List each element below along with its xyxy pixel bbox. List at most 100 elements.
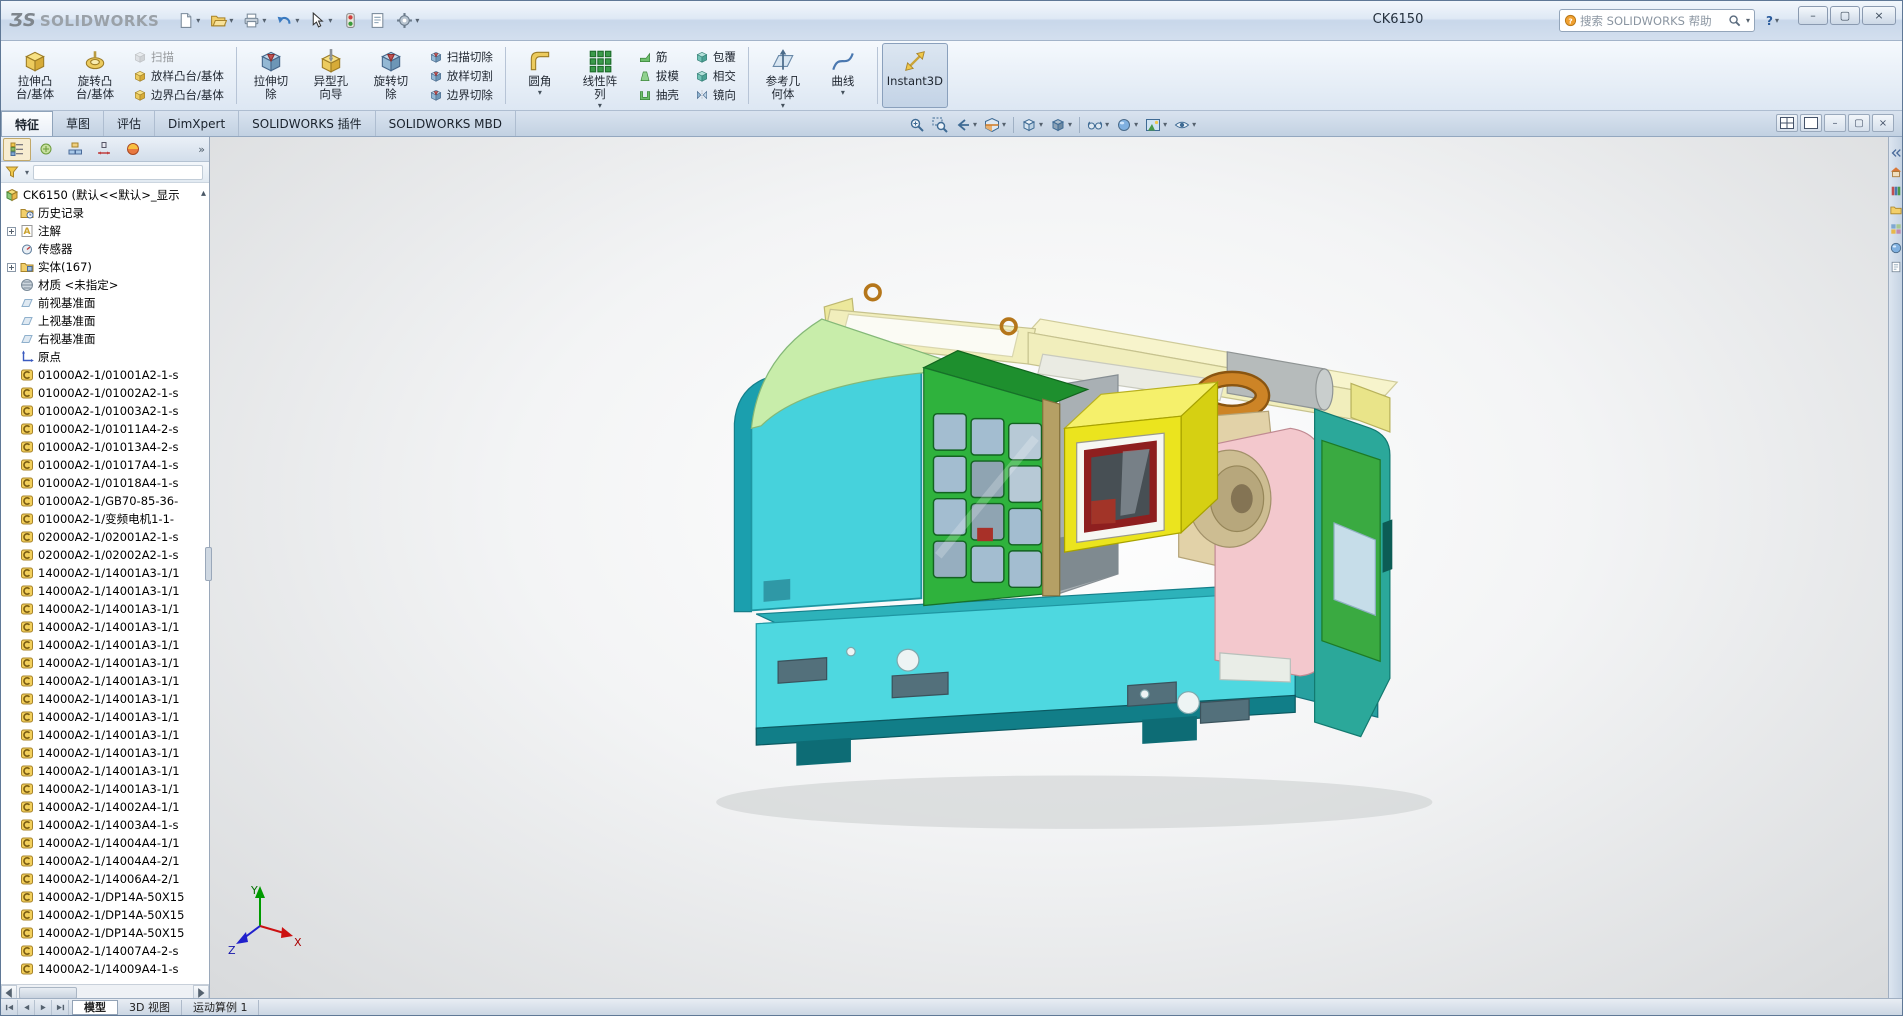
design-library-icon[interactable] — [1890, 185, 1902, 197]
apply-scene-button[interactable]: ▾ — [1142, 114, 1170, 136]
section-view-button[interactable]: ▾ — [981, 114, 1009, 136]
machine-end-cabinet[interactable] — [1314, 408, 1393, 738]
reference-geometry-button[interactable]: 参考几 何体 ▾ — [753, 43, 813, 110]
tree-item[interactable]: 14000A2-1/14006A4-2/1 — [1, 870, 209, 888]
tab-cmd-2[interactable]: 评估 — [104, 111, 156, 136]
tree-item[interactable]: 14000A2-1/14001A3-1/1 — [1, 654, 209, 672]
lofted-cut-button[interactable]: 放样切割 — [425, 67, 497, 85]
dropdown-arrow-icon[interactable]: ▾ — [841, 88, 845, 97]
tree-item[interactable]: 01000A2-1/01001A2-1-s — [1, 366, 209, 384]
tab-cmd-4[interactable]: SOLIDWORKS 插件 — [239, 111, 376, 136]
tree-item[interactable]: 01000A2-1/01003A2-1-s — [1, 402, 209, 420]
zoom-area-button[interactable] — [929, 114, 951, 136]
doc-close-button[interactable]: × — [1872, 114, 1894, 132]
dropdown-arrow-icon[interactable]: ▾ — [1105, 120, 1109, 129]
dropdown-arrow-icon[interactable]: ▾ — [1134, 120, 1138, 129]
tree-item[interactable]: 14000A2-1/14002A4-1/1 — [1, 798, 209, 816]
search-input[interactable] — [1580, 13, 1725, 28]
hide-show-items-button[interactable]: ▾ — [1084, 114, 1112, 136]
select-button[interactable]: ▾ — [305, 8, 336, 34]
machine-left-body[interactable] — [733, 318, 955, 613]
fillet-button[interactable]: 圆角 ▾ — [510, 43, 570, 108]
revolved-cut-button[interactable]: 旋转切除 — [361, 43, 421, 108]
restore-button[interactable]: ▢ — [1830, 6, 1860, 25]
study-tab-1[interactable]: 3D 视图 — [118, 999, 182, 1015]
edit-appearance-button[interactable]: ▾ — [1113, 114, 1141, 136]
filter-input[interactable] — [33, 164, 203, 180]
manager-tab-configurationmanager[interactable] — [61, 138, 89, 161]
tree-item[interactable]: 01000A2-1/01018A4-1-s — [1, 474, 209, 492]
tree-item[interactable]: 右视基准面 — [1, 330, 209, 348]
swept-cut-button[interactable]: 扫描切除 — [425, 48, 497, 66]
mirror-button[interactable]: 镜向 — [691, 86, 740, 104]
dropdown-arrow-icon[interactable]: ▾ — [973, 120, 977, 129]
lofted-boss-button[interactable]: 放样凸台/基体 — [129, 67, 228, 85]
tree-item[interactable]: 02000A2-1/02001A2-1-s — [1, 528, 209, 546]
rebuild-button[interactable] — [338, 8, 363, 34]
appearances-icon[interactable] — [1890, 242, 1902, 254]
draft-button[interactable]: 拔模 — [634, 67, 683, 85]
tree-item[interactable]: 历史记录 — [1, 204, 209, 222]
intersect-button[interactable]: 相交 — [691, 67, 740, 85]
dropdown-arrow-icon[interactable]: ▾ — [598, 101, 602, 110]
tree-item[interactable]: 01000A2-1/01011A4-2-s — [1, 420, 209, 438]
tree-item[interactable]: 材质 <未指定> — [1, 276, 209, 294]
tree-item[interactable]: 14000A2-1/14001A3-1/1 — [1, 636, 209, 654]
tree-item[interactable]: 14000A2-1/14001A3-1/1 — [1, 600, 209, 618]
dropdown-arrow-icon[interactable]: ▾ — [196, 16, 200, 25]
tree-item[interactable]: 01000A2-1/01002A2-1-s — [1, 384, 209, 402]
help-button[interactable]: ? ▾ — [1761, 9, 1784, 32]
instant3d-button[interactable]: Instant3D — [881, 43, 948, 108]
manager-tab-featuremanager[interactable] — [3, 137, 31, 161]
doc-restore-button[interactable]: ▢ — [1848, 114, 1870, 132]
tree-item[interactable]: 上视基准面 — [1, 312, 209, 330]
help-search[interactable]: ? ▾ — [1559, 9, 1756, 32]
dropdown-arrow-icon[interactable]: ▾ — [295, 16, 299, 25]
print-button[interactable]: ▾ — [239, 8, 270, 34]
dropdown-arrow-icon[interactable]: ▾ — [415, 16, 419, 25]
boundary-cut-button[interactable]: 边界切除 — [425, 86, 497, 104]
boundary-boss-button[interactable]: 边界凸台/基体 — [129, 86, 228, 104]
tree-item[interactable]: 传感器 — [1, 240, 209, 258]
tree-item[interactable]: 14000A2-1/14001A3-1/1 — [1, 564, 209, 582]
collapse-panel-icon[interactable] — [1890, 147, 1902, 159]
dropdown-arrow-icon[interactable]: ▾ — [1163, 120, 1167, 129]
new-document-button[interactable]: ▾ — [173, 8, 204, 34]
expand-icon[interactable] — [7, 226, 16, 236]
tree-item[interactable]: 原点 — [1, 348, 209, 366]
tree-item[interactable]: 01000A2-1/01017A4-1-s — [1, 456, 209, 474]
scrollbar-thumb[interactable] — [19, 986, 77, 999]
file-explorer-icon[interactable] — [1889, 204, 1902, 216]
tab-cmd-5[interactable]: SOLIDWORKS MBD — [376, 111, 516, 136]
extruded-cut-button[interactable]: 拉伸切除 — [241, 43, 301, 108]
tree-item[interactable]: 14000A2-1/14001A3-1/1 — [1, 618, 209, 636]
tree-item[interactable]: 01000A2-1/变频电机1-1- — [1, 510, 209, 528]
view-settings-button[interactable]: ▾ — [1171, 114, 1199, 136]
tree-item[interactable]: 实体(167) — [1, 258, 209, 276]
magnifier-icon[interactable] — [1728, 14, 1741, 27]
scroll-prev-button[interactable] — [18, 999, 35, 1015]
tree-item[interactable]: 14000A2-1/DP14A-50X15 — [1, 888, 209, 906]
view-palette-icon[interactable] — [1890, 223, 1902, 235]
tree-item[interactable]: 14000A2-1/14001A3-1/1 — [1, 582, 209, 600]
tree-item[interactable]: 14000A2-1/DP14A-50X15 — [1, 924, 209, 942]
panel-splitter[interactable] — [205, 547, 212, 581]
tab-cmd-3[interactable]: DimXpert — [155, 111, 240, 136]
shell-button[interactable]: 抽壳 — [634, 86, 683, 104]
open-document-button[interactable]: ▾ — [206, 8, 237, 34]
tree-item[interactable]: 02000A2-1/02002A2-1-s — [1, 546, 209, 564]
custom-properties-icon[interactable] — [1890, 261, 1902, 273]
previous-view-button[interactable]: ▾ — [952, 114, 980, 136]
options-button[interactable]: ▾ — [392, 8, 423, 34]
resources-icon[interactable] — [1890, 166, 1902, 178]
tab-features[interactable]: 特征 — [1, 111, 54, 136]
display-style-button[interactable]: ▾ — [1047, 114, 1075, 136]
model-canvas[interactable] — [210, 137, 1890, 1000]
filter-funnel-icon[interactable] — [5, 165, 19, 179]
scroll-next-button[interactable] — [35, 999, 52, 1015]
graphics-area[interactable]: Y X Z — [210, 137, 1890, 1000]
tree-item[interactable]: 14000A2-1/14001A3-1/1 — [1, 708, 209, 726]
tree-item[interactable]: 14000A2-1/14003A4-1-s — [1, 816, 209, 834]
tree-item-root[interactable]: CK6150 (默认<<默认>_显示 ▴ — [1, 186, 209, 204]
hole-wizard-button[interactable]: 异型孔 向导 — [301, 43, 361, 108]
